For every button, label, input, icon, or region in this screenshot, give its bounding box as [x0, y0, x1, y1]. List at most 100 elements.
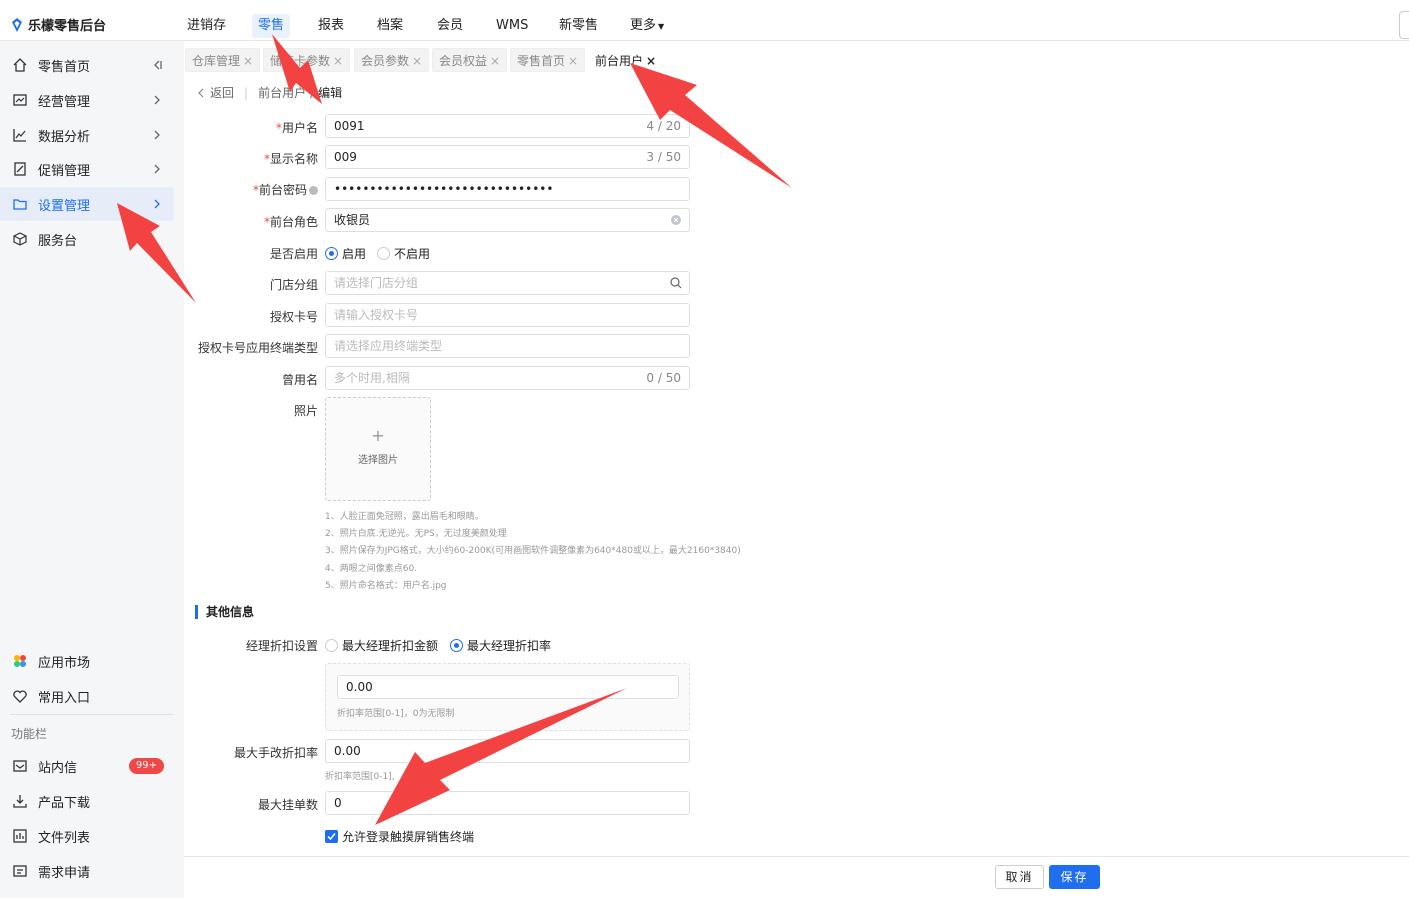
- store-group-input[interactable]: 请选择门店分组: [325, 271, 690, 295]
- nav-wms[interactable]: WMS: [490, 14, 534, 38]
- sidebar-item-app-market[interactable]: 应用市场: [0, 644, 174, 678]
- username-input[interactable]: 0091 4 / 20: [325, 114, 690, 138]
- close-icon[interactable]: ×: [646, 54, 656, 68]
- tab-label: 储值卡参数: [270, 54, 331, 68]
- cancel-button[interactable]: 取消: [995, 865, 1044, 889]
- field-label: 显示名称: [269, 152, 318, 166]
- radio-disabled[interactable]: 不启用: [377, 245, 430, 262]
- chart-board-icon: [12, 92, 28, 108]
- nav-retail[interactable]: 零售: [252, 14, 291, 38]
- back-button[interactable]: 返回: [196, 84, 234, 101]
- sidebar-item-analytics[interactable]: 数据分析: [0, 118, 174, 152]
- help-icon[interactable]: [309, 186, 318, 195]
- nav-reports[interactable]: 报表: [312, 14, 350, 38]
- sidebar-item-service-desk[interactable]: 服务台: [0, 222, 174, 256]
- char-counter: 4 / 20: [646, 119, 681, 133]
- folder-icon: [12, 196, 28, 212]
- checkbox-label: 允许登录触摸屏销售终端: [342, 830, 475, 844]
- sidebar-item-downloads[interactable]: 产品下载: [0, 784, 174, 818]
- photo-note: 4、两眼之间像素点60.: [325, 564, 418, 574]
- section-title-other: 其他信息: [195, 605, 254, 619]
- nav-archive[interactable]: 档案: [371, 14, 409, 38]
- max-manual-discount-input[interactable]: 0.00: [325, 739, 690, 763]
- max-manual-discount-label: 最大手改折扣率: [233, 746, 318, 760]
- photo-upload[interactable]: + 选择图片: [325, 397, 431, 501]
- auth-card-input[interactable]: 请输入授权卡号: [325, 303, 690, 327]
- field-label: 用户名: [281, 121, 318, 135]
- max-manual-discount-hint: 折扣率范围[0-1],: [325, 772, 395, 782]
- app-logo[interactable]: 乐檬零售后台: [10, 15, 106, 34]
- allow-touch-terminal-checkbox[interactable]: 允许登录触摸屏销售终端: [325, 828, 474, 845]
- input-value: 0.00: [346, 680, 373, 694]
- app-title: 乐檬零售后台: [28, 19, 107, 34]
- chevron-left-icon: [198, 88, 204, 97]
- radio-max-discount-rate[interactable]: 最大经理折扣率: [450, 637, 551, 654]
- password-input[interactable]: •••••••••••••••••••••••••••••••: [325, 177, 690, 201]
- breadcrumb-parent[interactable]: 前台用户: [258, 84, 306, 101]
- tab-retail-home[interactable]: 零售首页 ×: [510, 48, 586, 72]
- breadcrumb-slash: /: [310, 85, 315, 100]
- sidebar-item-label: 促销管理: [38, 163, 91, 179]
- promo-icon: [12, 161, 28, 177]
- input-value: 0.00: [334, 744, 361, 758]
- sidebar-item-favorites[interactable]: 常用入口: [0, 679, 174, 713]
- tab-member-rights[interactable]: 会员权益 ×: [432, 48, 508, 72]
- input-value: 009: [334, 150, 357, 164]
- nav-inventory[interactable]: 进销存: [181, 14, 232, 38]
- sidebar-item-operations[interactable]: 经营管理: [0, 83, 174, 117]
- close-icon[interactable]: ×: [333, 54, 343, 68]
- nav-member[interactable]: 会员: [431, 14, 469, 38]
- sidebar-item-promotion[interactable]: 促销管理: [0, 152, 174, 186]
- sidebar-item-settings[interactable]: 设置管理: [0, 187, 174, 221]
- max-pending-label: 最大挂单数: [257, 798, 318, 812]
- collapse-sidebar-icon[interactable]: [152, 58, 162, 72]
- sidebar-item-label: 设置管理: [38, 198, 91, 214]
- max-pending-input[interactable]: 0: [325, 791, 690, 815]
- global-search-button[interactable]: [1399, 11, 1409, 39]
- tab-label: 会员参数: [361, 54, 410, 68]
- sidebar-item-label: 文件列表: [38, 830, 91, 846]
- tab-warehouse[interactable]: 仓库管理 ×: [185, 48, 261, 72]
- tab-member-params[interactable]: 会员参数 ×: [354, 48, 430, 72]
- radio-max-discount-amount[interactable]: 最大经理折扣金额: [325, 637, 438, 654]
- sidebar-item-label: 数据分析: [38, 129, 91, 145]
- nav-new-retail[interactable]: 新零售: [553, 14, 604, 38]
- former-name-input[interactable]: 多个时用,相隔 0 / 50: [325, 366, 690, 390]
- close-icon[interactable]: ×: [568, 54, 578, 68]
- close-icon[interactable]: ×: [412, 54, 422, 68]
- search-icon[interactable]: [670, 277, 682, 289]
- photo-note: 1、人脸正面免冠照，露出眉毛和眼睛。: [325, 512, 484, 522]
- discount-rate-hint: 折扣率范围[0-1]，0为无限制: [337, 709, 455, 719]
- char-counter: 3 / 50: [646, 150, 681, 164]
- sidebar-item-retail-home[interactable]: 零售首页: [0, 48, 174, 82]
- role-select[interactable]: 收银员: [325, 208, 690, 232]
- input-placeholder: 请选择门店分组: [334, 276, 419, 290]
- sidebar-item-label: 零售首页: [38, 59, 91, 75]
- sidebar-item-requests[interactable]: 需求申请: [0, 854, 174, 888]
- nav-more[interactable]: 更多 ▼: [624, 14, 670, 38]
- sidebar-item-label: 经营管理: [38, 94, 91, 110]
- chevron-right-icon: [154, 164, 160, 174]
- sidebar-item-messages[interactable]: 站内信 99+: [0, 749, 174, 783]
- username-label: *用户名: [276, 119, 318, 136]
- input-placeholder: 请输入授权卡号: [334, 308, 419, 322]
- discount-rate-box: 0.00 折扣率范围[0-1]，0为无限制: [325, 663, 690, 731]
- radio-enabled[interactable]: 启用: [325, 245, 366, 262]
- auth-terminal-select[interactable]: 请选择应用终端类型: [325, 334, 690, 358]
- line-chart-icon: [12, 127, 28, 143]
- clear-icon[interactable]: [670, 214, 682, 226]
- close-icon[interactable]: ×: [243, 54, 253, 68]
- tab-stored-card-params[interactable]: 储值卡参数 ×: [263, 48, 351, 72]
- display-name-input[interactable]: 009 3 / 50: [325, 145, 690, 169]
- save-button[interactable]: 保存: [1049, 865, 1100, 889]
- close-icon[interactable]: ×: [490, 54, 500, 68]
- checkmark-icon: [325, 830, 338, 843]
- tab-front-users[interactable]: 前台用户 ×: [588, 48, 664, 72]
- photo-label: 照片: [293, 404, 318, 418]
- discount-setting-label: 经理折扣设置: [245, 639, 318, 653]
- input-value: 0: [334, 796, 342, 810]
- chevron-right-icon: [154, 199, 160, 209]
- discount-rate-input[interactable]: 0.00: [337, 675, 679, 699]
- sidebar-item-file-list[interactable]: 文件列表: [0, 819, 174, 853]
- sidebar-item-label: 站内信: [38, 760, 78, 776]
